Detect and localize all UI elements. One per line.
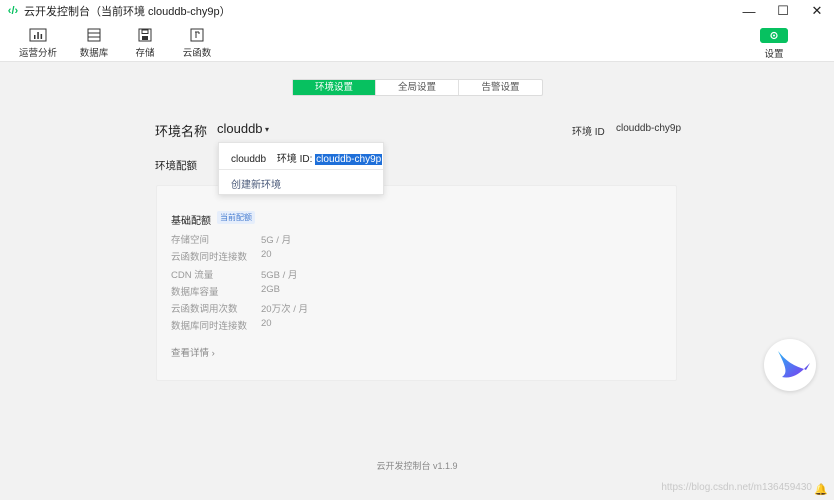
dropdown-item-env[interactable]: clouddb 环境 ID: clouddb-chy9p	[231, 150, 383, 165]
maximize-button[interactable]: ☐	[766, 0, 800, 22]
storage-icon	[138, 28, 152, 42]
settings-tabs: 环境设置 全局设置 告警设置	[292, 79, 543, 96]
toolbar-label: 数据库	[79, 48, 109, 59]
quota-value: 20万次 / 月	[261, 304, 308, 316]
env-id-label: 环境 ID	[572, 127, 605, 138]
quota-value: 20	[261, 249, 272, 261]
env-dropdown-menu: clouddb 环境 ID: clouddb-chy9p 创建新环境	[218, 142, 384, 195]
toolbar: 运营分析 数据库 存储 云函数 设置	[0, 22, 834, 62]
status-badge: 当前配额	[217, 211, 255, 224]
dropdown-env-id-value: clouddb-chy9p	[315, 154, 383, 165]
list-item: 数据库同时连接数 20	[171, 318, 308, 335]
quota-card: 基础配额 当前配额 存储空间 5G / 月 云函数同时连接数 20 CDN 流量 5G…	[156, 185, 677, 381]
close-button[interactable]: ✕	[800, 0, 834, 22]
tab-environment-settings[interactable]: 环境设置	[293, 80, 376, 95]
env-name-label: 环境名称	[155, 124, 208, 139]
gear-icon	[760, 28, 788, 43]
window-title: 云开发控制台（当前环境 clouddb-chy9p）	[24, 6, 231, 18]
toolbar-database[interactable]: 数据库	[74, 28, 114, 59]
toolbar-storage[interactable]: 存储	[125, 28, 165, 59]
list-item: 云函数同时连接数 20	[171, 249, 308, 266]
minimize-button[interactable]: —	[732, 0, 766, 22]
quota-key: 云函数调用次数	[171, 304, 238, 316]
dropdown-env-name: clouddb	[231, 154, 267, 165]
toolbar-settings[interactable]: 设置	[754, 28, 794, 60]
toolbar-label: 设置	[764, 49, 784, 60]
list-item: 存储空间 5G / 月	[171, 232, 308, 249]
cloud-function-icon	[190, 28, 204, 42]
bar-chart-icon	[29, 28, 47, 42]
quota-key: 存储空间	[171, 235, 210, 246]
divider	[219, 169, 383, 170]
quota-value: 2GB	[261, 283, 281, 295]
create-env-button[interactable]: 创建新环境	[231, 176, 281, 191]
dropdown-env-id-label: 环境 ID:	[276, 154, 313, 165]
quota-key: 数据库容量	[171, 286, 219, 298]
quota-value: 5G / 月	[261, 235, 292, 246]
quota-value: 5GB / 月	[261, 269, 298, 281]
watermark-text: https://blog.csdn.net/m136459430	[661, 482, 812, 493]
footer-version: 云开发控制台 v1.1.9	[376, 461, 458, 471]
tab-alert-settings[interactable]: 告警设置	[459, 80, 542, 95]
tab-global-settings[interactable]: 全局设置	[376, 80, 459, 95]
toolbar-label: 存储	[135, 48, 155, 59]
toolbar-label: 云函数	[182, 48, 212, 59]
quota-value: 20	[261, 318, 272, 330]
bird-logo-icon	[764, 339, 816, 391]
window-controls: — ☐ ✕	[732, 0, 834, 22]
database-icon	[87, 28, 101, 42]
quota-key: CDN 流量	[171, 269, 214, 281]
env-id-value: clouddb-chy9p	[616, 123, 682, 134]
card-title: 基础配额	[171, 216, 211, 227]
quota-key: 数据库同时连接数	[171, 321, 248, 333]
list-item: 数据库容量 2GB	[171, 284, 308, 301]
quota-key: 云函数同时连接数	[171, 252, 248, 264]
chevron-down-icon[interactable]: ▾	[265, 125, 269, 134]
view-details-link[interactable]: 查看详情 ›	[171, 345, 215, 359]
title-bar: ‹/› 云开发控制台（当前环境 clouddb-chy9p） — ☐ ✕	[0, 0, 834, 22]
quota-list: 存储空间 5G / 月 云函数同时连接数 20 CDN 流量 5GB / 月 数据库容…	[171, 232, 308, 336]
toolbar-cloud-function[interactable]: 云函数	[177, 28, 217, 59]
list-item: 云函数调用次数 20万次 / 月	[171, 301, 308, 318]
toolbar-label: 运营分析	[18, 48, 57, 59]
code-icon: ‹/›	[7, 5, 19, 17]
quota-section-label: 环境配额	[155, 160, 197, 172]
list-item: CDN 流量 5GB / 月	[171, 267, 308, 284]
toolbar-operations-analysis[interactable]: 运营分析	[18, 28, 58, 59]
bell-icon[interactable]: 🔔	[814, 483, 828, 496]
env-select[interactable]: clouddb	[217, 121, 263, 136]
